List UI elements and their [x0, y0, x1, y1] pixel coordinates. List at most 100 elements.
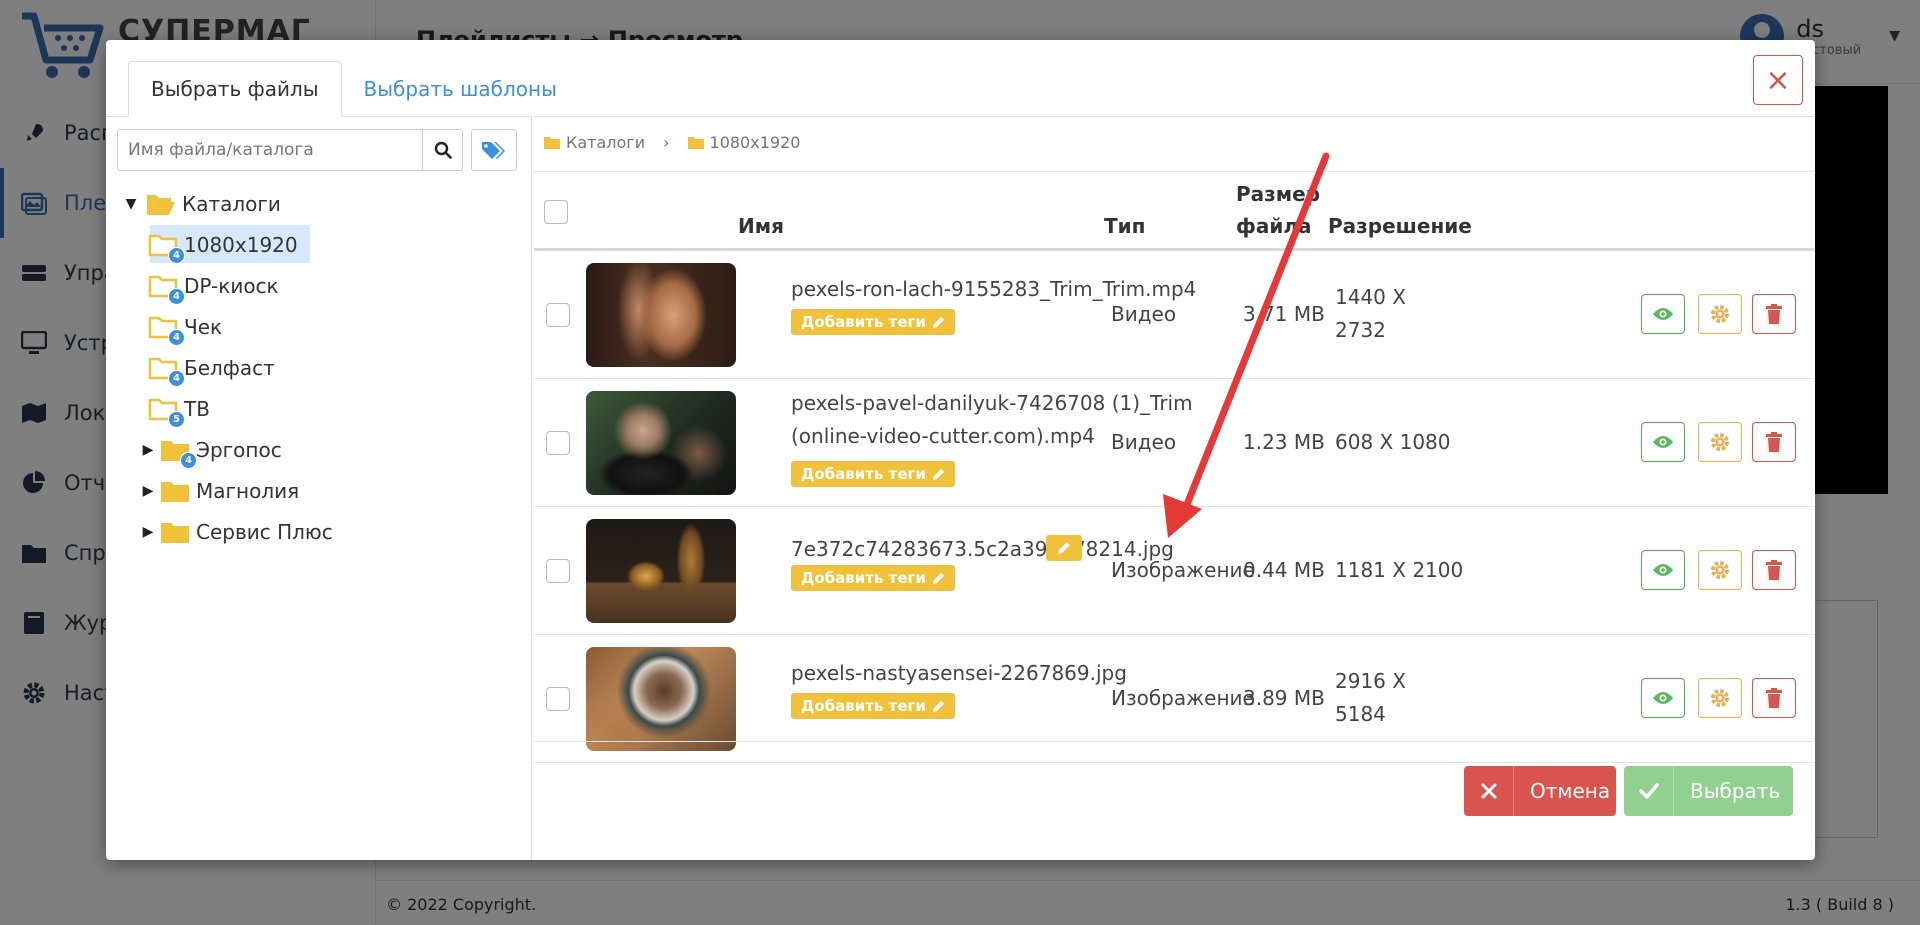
pencil-icon — [932, 700, 944, 712]
image-thumbnail[interactable] — [586, 519, 736, 623]
tree-label: Магнолия — [196, 478, 300, 503]
video-thumbnail[interactable] — [586, 263, 736, 367]
gear-icon — [1711, 433, 1729, 451]
gear-icon — [1711, 689, 1729, 707]
breadcrumb-label: Каталоги — [566, 133, 646, 152]
tree-item-dp-kiosk[interactable]: 4 DP-киоск — [116, 265, 516, 306]
folder-icon — [687, 137, 704, 149]
count-badge: 5 — [168, 410, 185, 428]
file-type: Видео — [1111, 430, 1177, 454]
tree-label: Чек — [184, 314, 223, 339]
video-thumbnail[interactable] — [586, 391, 736, 495]
file-resolution: 1181 X 2100 — [1335, 558, 1464, 582]
row-checkbox[interactable] — [546, 303, 570, 327]
image-thumbnail[interactable] — [586, 647, 736, 751]
gear-icon — [1711, 561, 1729, 579]
count-badge: 4 — [168, 287, 185, 305]
settings-button[interactable] — [1698, 294, 1742, 334]
tree-item-tv[interactable]: 5 ТВ — [116, 388, 516, 429]
preview-button[interactable] — [1641, 422, 1685, 462]
row-checkbox[interactable] — [546, 687, 570, 711]
select-all-checkbox[interactable] — [544, 200, 568, 224]
breadcrumb: Каталоги › 1080x1920 — [544, 133, 800, 152]
close-button[interactable]: × — [1753, 55, 1803, 105]
add-tags-button[interactable]: Добавить теги — [791, 461, 955, 487]
preview-button[interactable] — [1641, 678, 1685, 718]
add-tags-button[interactable]: Добавить теги — [791, 565, 955, 591]
eye-icon — [1653, 564, 1673, 576]
tab-select-templates[interactable]: Выбрать шаблоны — [342, 61, 579, 117]
tree-label: Белфаст — [184, 355, 275, 380]
add-tags-button[interactable]: Добавить теги — [791, 309, 955, 335]
search-row — [117, 129, 517, 171]
settings-button[interactable] — [1698, 678, 1742, 718]
tree-item-inner: 4 Чек — [148, 314, 223, 346]
file-select-modal: Выбрать файлы Выбрать шаблоны × ▼ Катало… — [106, 40, 1815, 860]
file-resolution: 2916 X 5184 — [1335, 665, 1406, 731]
tags-icon — [482, 142, 505, 159]
column-name[interactable]: Имя — [738, 210, 784, 242]
file-size: 3.71 MB — [1243, 302, 1325, 326]
table-row: pexels-pavel-danilyuk-7426708 (1)_Trim (… — [534, 379, 1814, 507]
tree-label: 1080x1920 — [184, 232, 298, 257]
tree-item-belfast[interactable]: 4 Белфаст — [116, 347, 516, 388]
column-resolution[interactable]: Разрешение — [1328, 210, 1472, 242]
column-size[interactable]: Размер файла — [1236, 178, 1320, 242]
cancel-button[interactable]: Отмена — [1464, 766, 1616, 816]
select-button[interactable]: Выбрать — [1624, 766, 1793, 816]
file-type: Видео — [1111, 302, 1177, 326]
eye-icon — [1653, 308, 1673, 320]
tab-select-files[interactable]: Выбрать файлы — [128, 61, 342, 117]
column-size-line2: файла — [1236, 214, 1312, 238]
settings-button[interactable] — [1698, 550, 1742, 590]
search-button[interactable] — [423, 129, 463, 171]
count-badge: 4 — [168, 369, 185, 387]
delete-button[interactable] — [1752, 678, 1796, 718]
column-type[interactable]: Тип — [1104, 210, 1145, 242]
tree-item-service-plus[interactable]: ▶ Сервис Плюс — [116, 511, 516, 552]
add-tags-button[interactable]: Добавить теги — [791, 693, 955, 719]
tree-item-ergopos[interactable]: ▶ 4 Эргопос — [116, 429, 516, 470]
delete-button[interactable] — [1752, 294, 1796, 334]
tags-filter-button[interactable] — [471, 129, 517, 171]
delete-button[interactable] — [1752, 422, 1796, 462]
caret-right-icon[interactable]: ▶ — [136, 524, 160, 540]
tree-item-1080x1920[interactable]: 4 1080x1920 — [116, 224, 516, 265]
delete-button[interactable] — [1752, 550, 1796, 590]
rename-button[interactable] — [1046, 535, 1082, 561]
eye-icon — [1653, 692, 1673, 704]
folder-icon — [161, 481, 189, 502]
caret-right-icon[interactable]: ▶ — [136, 483, 160, 499]
pencil-icon — [1058, 542, 1070, 554]
caret-down-icon[interactable]: ▼ — [116, 196, 146, 212]
tree-label: Эргопос — [196, 437, 282, 462]
file-list: pexels-ron-lach-9155283_Trim_Trim.mp4 До… — [534, 251, 1814, 763]
file-name-line1: pexels-pavel-danilyuk-7426708 (1)_Trim — [791, 391, 1193, 415]
row-checkbox[interactable] — [546, 559, 570, 583]
row-checkbox[interactable] — [546, 431, 570, 455]
tree-root[interactable]: ▼ Каталоги — [116, 183, 516, 224]
tree-item-inner: 4 Эргопос — [160, 437, 282, 469]
preview-button[interactable] — [1641, 550, 1685, 590]
tree-item-inner: 5 ТВ — [148, 396, 210, 428]
tree-item-check[interactable]: 4 Чек — [116, 306, 516, 347]
column-size-line1: Размер — [1236, 182, 1321, 206]
preview-button[interactable] — [1641, 294, 1685, 334]
table-header: Имя Тип Размер файла Разрешение — [534, 171, 1814, 251]
settings-button[interactable] — [1698, 422, 1742, 462]
close-icon — [1464, 766, 1514, 816]
table-row: 7e372c74283673.5c2a397378214.jpg Добавит… — [534, 507, 1814, 635]
breadcrumb-root[interactable]: Каталоги — [544, 133, 645, 152]
pencil-icon — [932, 572, 944, 584]
catalog-pane: ▼ Каталоги 4 1080x1920 4 DP-киоск — [106, 116, 532, 860]
search-input[interactable] — [117, 129, 423, 171]
tree-item-inner: Магнолия — [160, 478, 299, 504]
tree-item-magnolia[interactable]: ▶ Магнолия — [116, 470, 516, 511]
tree-item-inner: 4 DP-киоск — [148, 273, 279, 305]
resolution-line2: 5184 — [1335, 702, 1386, 726]
add-tags-label: Добавить теги — [801, 313, 926, 331]
modal-tabs: Выбрать файлы Выбрать шаблоны — [128, 61, 579, 117]
caret-right-icon[interactable]: ▶ — [136, 442, 160, 458]
file-size: 0.44 MB — [1243, 558, 1325, 582]
folder-icon — [161, 522, 189, 543]
